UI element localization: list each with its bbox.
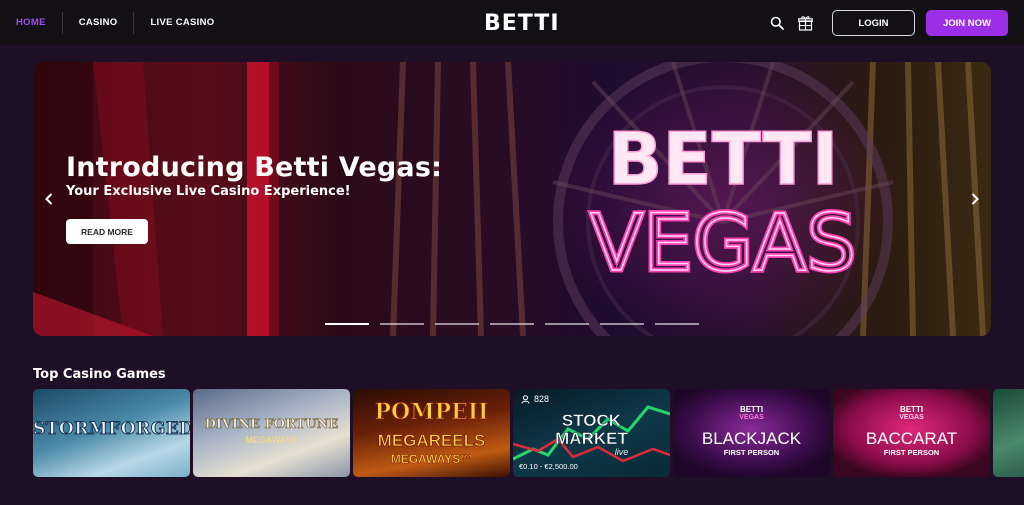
game-title: POMPEII	[374, 399, 489, 426]
chevron-right-icon[interactable]	[968, 190, 982, 208]
chevron-left-icon[interactable]	[42, 190, 56, 208]
game-title: DIVINE FORTUNE	[204, 417, 339, 433]
game-subtitle: MARKET	[555, 429, 628, 449]
top-navigation-bar: HOME CASINO LIVE CASINO BETTI LOGIN JOIN…	[0, 0, 1024, 45]
players-count-badge: 828	[521, 394, 549, 404]
game-tile-partial[interactable]	[993, 389, 1024, 477]
carousel-dot[interactable]	[380, 323, 424, 325]
nav-live-casino[interactable]: LIVE CASINO	[134, 12, 230, 34]
section-title-top-casino-games: Top Casino Games	[33, 367, 166, 382]
sign-betti-text: BETTI	[608, 117, 839, 201]
hero-subtitle: Your Exclusive Live Casino Experience!	[66, 184, 351, 199]
carousel-dot[interactable]	[600, 323, 644, 325]
game-brand-mid: VEGAS	[899, 414, 924, 421]
carousel-dot[interactable]	[490, 323, 534, 325]
gift-icon[interactable]	[794, 12, 816, 34]
game-brand-top: BETTI	[739, 405, 764, 414]
game-subtitle: FIRST PERSON	[723, 448, 780, 457]
game-title: BACCARAT	[865, 429, 958, 448]
read-more-button[interactable]: READ MORE	[66, 219, 148, 244]
game-subtitle-2: MEGAWAYS™	[390, 452, 473, 467]
game-brand-mid: VEGAS	[739, 414, 764, 421]
players-count: 828	[534, 394, 550, 404]
carousel-dot[interactable]	[545, 323, 589, 325]
game-tile-baccarat[interactable]: BETTI VEGAS BACCARAT FIRST PERSON	[833, 389, 990, 477]
login-button[interactable]: LOGIN	[832, 10, 915, 36]
game-subtitle-2: live	[614, 447, 629, 457]
carousel-indicators	[325, 323, 710, 325]
game-brand-top: BETTI	[899, 405, 924, 414]
hero-banner[interactable]: BETTI VEGAS VEGAS Introducing Betti Vega…	[33, 62, 991, 336]
game-tile-divine-fortune[interactable]: DIVINE FORTUNE MEGAWAYS	[193, 389, 350, 477]
search-icon[interactable]	[766, 12, 788, 34]
nav-home[interactable]: HOME	[0, 12, 62, 34]
bet-limits: €0.10 - €2,500.00	[519, 462, 578, 471]
carousel-dot[interactable]	[655, 323, 699, 325]
games-row: STORMFORGED DIVINE FORTUNE MEGAWAYS POMP…	[33, 389, 1024, 477]
nav-casino[interactable]: CASINO	[63, 12, 134, 34]
carousel-dot[interactable]	[435, 323, 479, 325]
game-title: BLACKJACK	[701, 429, 802, 448]
hero-background-art: BETTI VEGAS VEGAS	[33, 62, 986, 336]
betti-logo[interactable]: BETTI	[484, 11, 560, 36]
hero-title: Introducing Betti Vegas:	[66, 152, 443, 183]
main-nav: HOME CASINO LIVE CASINO	[0, 11, 230, 34]
game-subtitle: FIRST PERSON	[883, 448, 940, 457]
game-tile-stormforged[interactable]: STORMFORGED	[33, 389, 190, 477]
game-title: STOCK	[561, 411, 622, 431]
game-title: STORMFORGED	[33, 419, 190, 440]
user-icon	[521, 394, 530, 404]
game-tile-blackjack[interactable]: BETTI VEGAS BLACKJACK FIRST PERSON	[673, 389, 830, 477]
game-subtitle: MEGAREELS	[377, 431, 486, 451]
game-tile-pompeii[interactable]: POMPEII MEGAREELS MEGAWAYS™	[353, 389, 510, 477]
game-tile-stock-market[interactable]: 828 STOCK MARKET live €0.10 - €2,500.00	[513, 389, 670, 477]
header-actions: LOGIN JOIN NOW	[766, 10, 1008, 36]
sign-vegas-glow: VEGAS	[590, 199, 856, 289]
carousel-dot[interactable]	[325, 323, 369, 325]
join-now-button[interactable]: JOIN NOW	[926, 10, 1008, 36]
game-subtitle: MEGAWAYS	[245, 435, 298, 445]
